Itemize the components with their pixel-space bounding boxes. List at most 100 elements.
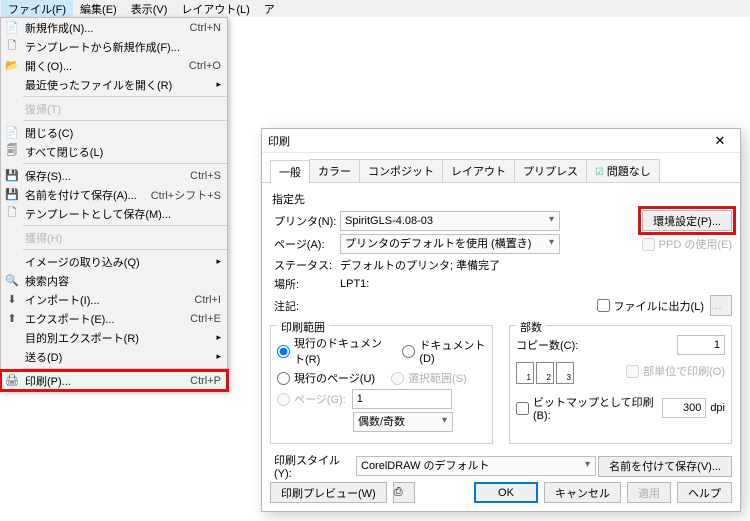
copies-input[interactable] (677, 335, 725, 355)
export-icon: ⬆ (1, 309, 23, 328)
mi-save-template-label: テンプレートとして保存(M)... (23, 206, 221, 222)
mi-send[interactable]: 送る(D) ▸ (1, 347, 227, 366)
tab-composite[interactable]: コンポジット (359, 159, 443, 182)
mi-send-label: 送る(D) (23, 349, 216, 365)
print-as-bitmap-checkbox[interactable]: ビットマップとして印刷(B): (516, 394, 658, 422)
mi-revert: 復帰(T) (1, 99, 227, 118)
radio-selection-label: 選択範囲(S) (408, 370, 467, 386)
search-icon: 🔍 (1, 271, 23, 290)
copies-group: 部数 コピー数(C): 部単位で印刷(O) ビットマップとして印刷(B): (509, 325, 732, 444)
mi-new-from-template-label: テンプレートから新規作成(F)... (23, 39, 221, 55)
radio-current-page[interactable]: 現行のページ(U) (277, 370, 375, 386)
mi-save-label: 保存(S)... (23, 168, 182, 184)
print-to-file-label: ファイルに出力(L) (614, 298, 704, 314)
radio-documents[interactable]: ドキュメント(D) (402, 337, 486, 365)
mi-import[interactable]: ⬇ インポート(I)... Ctrl+I (1, 290, 227, 309)
where-value: LPT1: (340, 278, 369, 290)
mi-acquire-label: 獲得(H) (23, 230, 221, 246)
print-style-label: 印刷スタイル(Y): (270, 452, 356, 480)
mi-search-label: 検索内容 (23, 273, 221, 289)
tabs: 一般 カラー コンポジット レイアウト プリプレス 問題なし (262, 153, 740, 183)
menu-layout[interactable]: レイアウト(L) (174, 0, 256, 19)
page-label: ページ(A): (270, 236, 340, 252)
comment-label: 注記: (270, 298, 340, 314)
mi-close-label: 閉じる(C) (23, 125, 221, 141)
mi-image-import[interactable]: イメージの取り込み(Q) ▸ (1, 252, 227, 271)
mi-print[interactable]: 🖨 印刷(P)... Ctrl+P (1, 371, 227, 390)
radio-current-doc-label: 現行のドキュメント(R) (294, 335, 389, 367)
mi-new[interactable]: 📄 新規作成(N)... Ctrl+N (1, 18, 227, 37)
tab-general[interactable]: 一般 (270, 160, 310, 183)
menu-file[interactable]: ファイル(F) (1, 0, 73, 19)
mi-close[interactable]: 📄 閉じる(C) (1, 123, 227, 142)
menu-arrange[interactable]: ア (257, 0, 282, 19)
printer-label: プリンタ(N): (270, 213, 340, 229)
mi-import-label: インポート(I)... (23, 292, 186, 308)
radio-documents-label: ドキュメント(D) (419, 337, 486, 365)
dialog-buttons: 印刷プレビュー(W) ⎙ OK キャンセル 適用 ヘルプ (270, 482, 732, 503)
pages-input[interactable] (352, 389, 452, 409)
ok-button[interactable]: OK (474, 482, 538, 503)
mi-close-all[interactable]: 🗐 すべて閉じる(L) (1, 142, 227, 161)
mi-image-import-label: イメージの取り込み(Q) (23, 254, 216, 270)
close-icon[interactable]: ✕ (706, 133, 734, 149)
dialog-title: 印刷 (268, 133, 706, 149)
print-preview-button[interactable]: 印刷プレビュー(W) (270, 482, 387, 503)
ppd-label: PPD の使用(E) (659, 236, 732, 252)
mi-recent[interactable]: 最近使ったファイルを開く(R) ▸ (1, 75, 227, 94)
cancel-button[interactable]: キャンセル (544, 482, 621, 503)
help-button[interactable]: ヘルプ (677, 482, 732, 503)
mi-new-shortcut: Ctrl+N (182, 22, 221, 34)
bitmap-dpi-input[interactable] (662, 398, 706, 418)
mi-export-for[interactable]: 目的別エクスポート(R) ▸ (1, 328, 227, 347)
printer-select[interactable]: SpiritGLS-4.08-03 (340, 211, 560, 231)
status-label: ステータス: (270, 257, 340, 273)
style-save-as-button[interactable]: 名前を付けて保存(V)... (598, 456, 732, 477)
radio-pages-label: ページ(G): (294, 391, 346, 407)
print-dialog: 印刷 ✕ 一般 カラー コンポジット レイアウト プリプレス 問題なし 指定先 … (261, 128, 741, 512)
radio-pages: ページ(G): (277, 391, 346, 407)
mi-export-for-label: 目的別エクスポート(R) (23, 330, 216, 346)
mi-new-from-template[interactable]: 🗋 テンプレートから新規作成(F)... (1, 37, 227, 56)
radio-current-page-label: 現行のページ(U) (294, 370, 375, 386)
page-select[interactable]: プリンタのデフォルトを使用 (横置き) (340, 234, 560, 254)
tab-noissue[interactable]: 問題なし (586, 159, 660, 182)
mi-print-shortcut: Ctrl+P (182, 375, 221, 387)
status-value: デフォルトのプリンタ; 準備完了 (340, 257, 500, 273)
mi-open-label: 開く(O)... (23, 58, 181, 74)
print-icon: 🖨 (1, 371, 23, 390)
collate-illustration-icon (516, 362, 574, 384)
ppd-checkbox: PPD の使用(E) (642, 236, 732, 252)
menu-edit[interactable]: 編集(E) (73, 0, 124, 19)
print-to-file-checkbox[interactable]: ファイルに出力(L) (597, 298, 704, 314)
mi-save-as-shortcut: Ctrl+シフト+S (143, 187, 221, 203)
mi-save[interactable]: 💾 保存(S)... Ctrl+S (1, 166, 227, 185)
tab-noissue-label: 問題なし (607, 166, 651, 178)
mi-recent-label: 最近使ったファイルを開く(R) (23, 77, 216, 93)
tab-layout[interactable]: レイアウト (442, 159, 515, 182)
tab-color[interactable]: カラー (309, 159, 360, 182)
mi-search[interactable]: 🔍 検索内容 (1, 271, 227, 290)
mi-open[interactable]: 📂 開く(O)... Ctrl+O (1, 56, 227, 75)
preferences-button[interactable]: 環境設定(P)... (642, 210, 732, 231)
preview-toggle-button[interactable]: ⎙ (393, 482, 415, 503)
save-template-icon: 🗋 (1, 204, 23, 223)
new-icon: 📄 (1, 18, 23, 37)
mi-save-template[interactable]: 🗋 テンプレートとして保存(M)... (1, 204, 227, 223)
open-icon: 📂 (1, 56, 23, 75)
dest-legend: 指定先 (272, 191, 732, 207)
mi-export[interactable]: ⬆ エクスポート(E)... Ctrl+E (1, 309, 227, 328)
bitmap-unit: dpi (710, 402, 725, 414)
submenu-arrow-icon: ▸ (216, 332, 221, 343)
close-doc-icon: 📄 (1, 123, 23, 142)
mi-save-as[interactable]: 💾 名前を付けて保存(A)... Ctrl+シフト+S (1, 185, 227, 204)
radio-current-doc[interactable]: 現行のドキュメント(R) (277, 335, 389, 367)
mi-import-shortcut: Ctrl+I (186, 294, 221, 306)
tab-prepress[interactable]: プリプレス (514, 159, 587, 182)
mi-new-label: 新規作成(N)... (23, 20, 182, 36)
menu-view[interactable]: 表示(V) (124, 0, 175, 19)
mi-open-shortcut: Ctrl+O (181, 60, 221, 72)
copies-legend: 部数 (516, 319, 546, 335)
print-style-select[interactable]: CorelDRAW のデフォルト (356, 456, 596, 476)
evenodd-select[interactable]: 偶数/奇数 (353, 412, 453, 432)
